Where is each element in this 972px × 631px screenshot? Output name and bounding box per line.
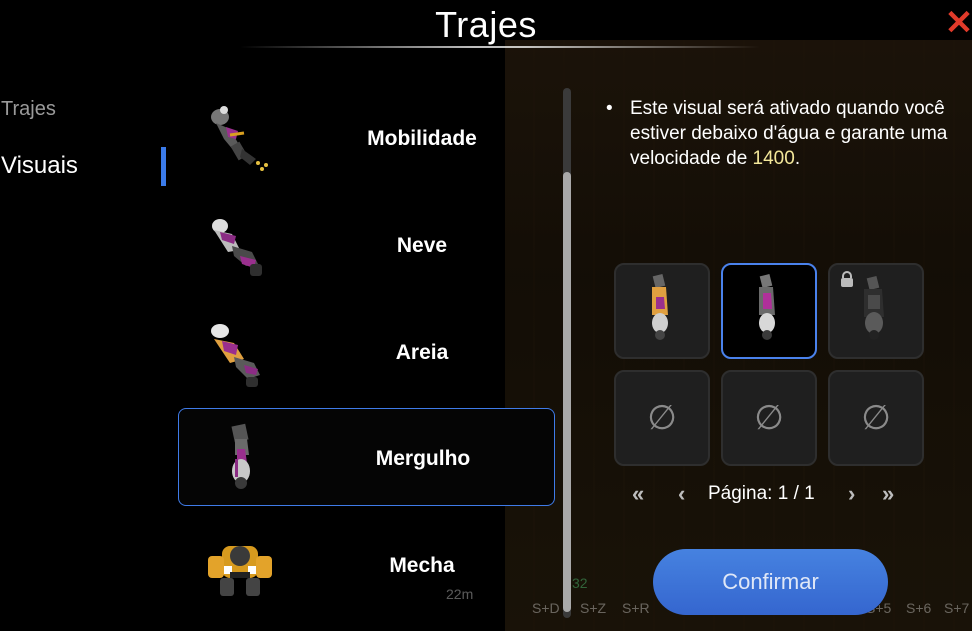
outfit-label: Neve (396, 234, 448, 257)
visual-slot-empty[interactable]: ∅ (721, 370, 817, 466)
visual-slot-locked[interactable] (828, 263, 924, 359)
bullet-icon: • (606, 98, 613, 119)
mobility-suit-icon (211, 106, 268, 171)
diving-skin-pink-icon (759, 273, 775, 340)
outfit-label: Mergulho (375, 447, 471, 470)
empty-slot-icon: ∅ (754, 399, 784, 437)
diving-skin-orange-icon (652, 273, 668, 340)
visuals-grid: ∅ ∅ ∅ (614, 263, 928, 469)
sidebar-item-visuais[interactable]: Visuais (1, 152, 78, 180)
outfit-item-neve[interactable]: Neve (178, 196, 555, 294)
empty-slot-icon: ∅ (647, 399, 677, 437)
confirm-button[interactable]: Confirmar (653, 549, 888, 615)
close-icon[interactable]: ✕ (944, 6, 972, 40)
outfit-label: Mobilidade (367, 127, 477, 150)
outfit-item-mergulho[interactable]: Mergulho (178, 408, 555, 506)
speed-value: 1400 (752, 148, 795, 169)
list-scrollbar-thumb[interactable] (563, 172, 571, 612)
title-divider (240, 46, 760, 48)
hud-hotkey: S+6 (906, 600, 932, 616)
description-text: Este visual será ativado quando você est… (630, 96, 960, 171)
outfit-label: Areia (395, 341, 449, 364)
snow-suit-icon (212, 219, 262, 276)
empty-slot-icon: ∅ (861, 399, 891, 437)
pagination: « ‹ Página: 1 / 1 › » (630, 480, 910, 510)
mecha-suit-icon (208, 546, 272, 596)
last-page-icon[interactable]: » (882, 480, 894, 508)
hud-count: 32 (572, 575, 588, 591)
diving-skin-dark-icon (864, 275, 884, 340)
diving-suit-icon (231, 423, 250, 489)
visual-slot-empty[interactable]: ∅ (828, 370, 924, 466)
description-end: . (794, 148, 801, 169)
prev-page-icon[interactable]: ‹ (678, 480, 685, 508)
next-page-icon[interactable]: › (848, 480, 855, 508)
window-title: Trajes (435, 4, 537, 45)
visual-slot[interactable] (614, 263, 710, 359)
outfit-label: Mecha (389, 554, 455, 577)
hud-hotkey: S+7 (944, 600, 970, 616)
hud-hotkey: S+R (622, 600, 650, 616)
visual-slot-empty[interactable]: ∅ (614, 370, 710, 466)
first-page-icon[interactable]: « (632, 480, 644, 508)
outfit-item-areia[interactable]: Areia (178, 303, 555, 401)
sidebar-active-indicator (161, 147, 166, 186)
visual-slot-selected[interactable] (721, 263, 817, 359)
page-indicator: Página: 1 / 1 (708, 483, 815, 504)
sand-suit-icon (211, 324, 260, 387)
outfit-item-mecha[interactable]: Mecha (178, 516, 555, 614)
outfit-list: Mobilidade Neve Areia Mergulho Mecha (178, 84, 558, 631)
outfit-item-mobilidade[interactable]: Mobilidade (178, 89, 555, 187)
hud-hotkey: S+Z (580, 600, 607, 616)
sidebar-item-trajes[interactable]: Trajes (1, 98, 56, 121)
